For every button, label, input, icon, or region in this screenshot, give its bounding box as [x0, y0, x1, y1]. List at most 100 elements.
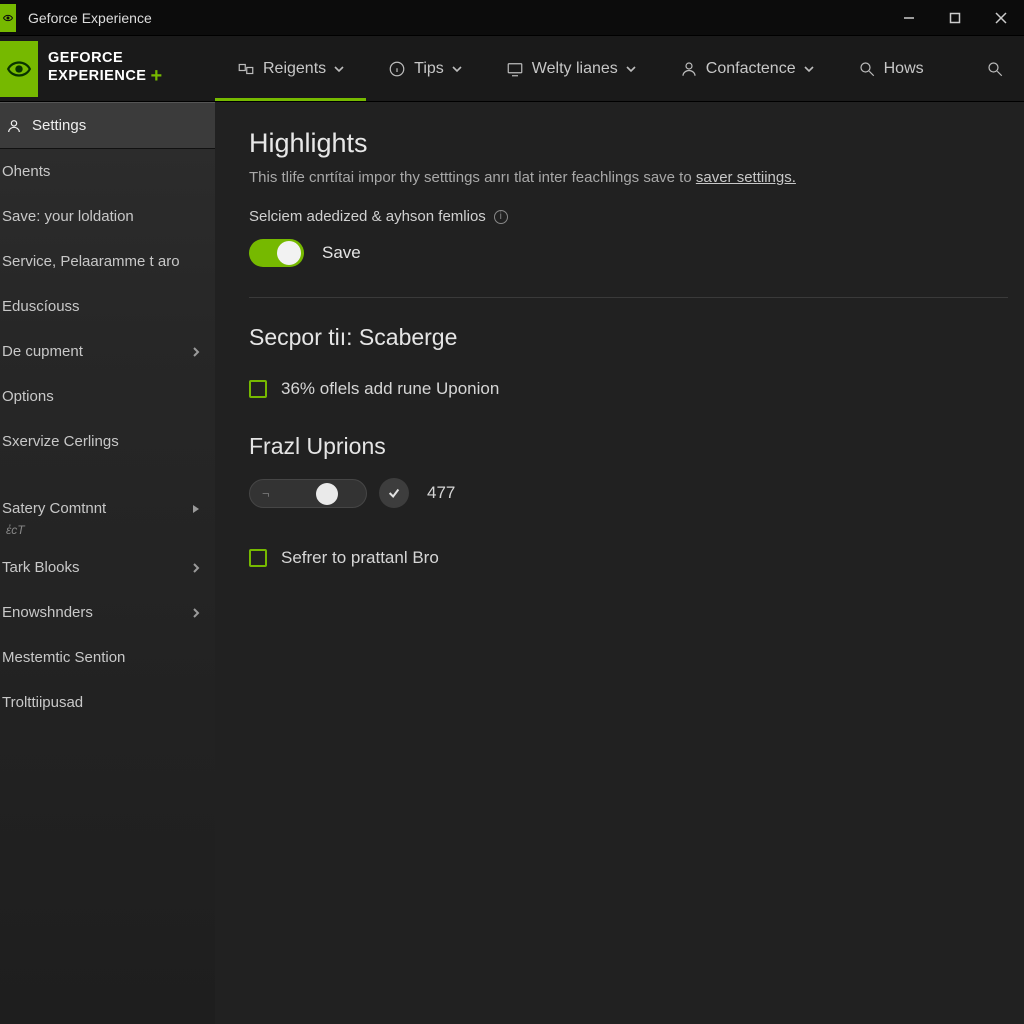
maximize-button[interactable] — [932, 0, 978, 36]
sidebar-item-service-pelaaramme[interactable]: Service, Pelaaramme t aro — [0, 239, 215, 284]
sidebar-item-label: Eduscíouss — [2, 298, 80, 315]
sidebar-item-label: Enowshnders — [2, 604, 93, 621]
secport-check-label: 36% oflels add rune Uponion — [281, 379, 499, 399]
sidebar-item-label: De cupment — [2, 343, 83, 360]
sidebar-item-label: Ohents — [2, 163, 50, 180]
sidebar-item-label: Options — [2, 388, 54, 405]
brand-plus-icon: + — [150, 66, 162, 86]
sidebar-item-label: Save: your loldation — [2, 208, 134, 225]
chevron-right-icon — [191, 347, 201, 357]
chevron-down-icon — [334, 64, 344, 74]
sidebar-item-ohents[interactable]: Ohents — [0, 149, 215, 194]
frazl-confirm-button[interactable] — [379, 478, 409, 508]
frazl-checkbox[interactable] — [249, 549, 267, 567]
brand-text: GEFORCE EXPERIENCE + — [48, 51, 163, 86]
titlebar-left: Geforce Experience — [0, 4, 152, 32]
section-divider — [249, 297, 1008, 298]
app-header: GEFORCE EXPERIENCE + Reigents Tips Welty… — [0, 36, 1024, 102]
frazl-slider[interactable]: ¬ — [249, 479, 367, 508]
chevron-down-icon — [452, 64, 462, 74]
user-icon — [6, 118, 22, 134]
chevron-down-icon — [626, 64, 636, 74]
main-content: Highlights This tlife cnrtítai impor thy… — [215, 102, 1024, 1024]
highlights-subline-text: Selciem adedized & ayhson femlios — [249, 208, 486, 225]
search-icon — [986, 60, 1004, 78]
sidebar: Settings Ohents Save: your loldation Ser… — [0, 102, 215, 1024]
window-title: Geforce Experience — [24, 10, 152, 26]
tab-hows[interactable]: Hows — [836, 36, 946, 101]
sidebar-item-tark-blooks[interactable]: Tark Blooks — [0, 545, 215, 590]
user-icon — [680, 60, 698, 78]
close-button[interactable] — [978, 0, 1024, 36]
sidebar-item-label: Service, Pelaaramme t aro — [2, 253, 180, 270]
sidebar-item-enowshnders[interactable]: Enowshnders — [0, 590, 215, 635]
secport-title: Secpor tiı: Scaberge — [249, 324, 1008, 351]
sidebar-item-label: Mestemtic Sention — [2, 649, 125, 666]
monitor-icon — [506, 60, 524, 78]
window-controls — [886, 0, 1024, 36]
sidebar-item-settings[interactable]: Settings — [0, 102, 215, 149]
tab-label: Hows — [884, 60, 924, 78]
titlebar: Geforce Experience — [0, 0, 1024, 36]
frazl-check-label: Sefrer to prattanl Bro — [281, 548, 439, 568]
save-toggle-label: Save — [322, 243, 361, 263]
close-icon — [995, 12, 1007, 24]
sidebar-item-save-loldation[interactable]: Save: your loldation — [0, 194, 215, 239]
chevron-right-icon — [191, 608, 201, 618]
brand-box: GEFORCE EXPERIENCE + — [0, 36, 215, 101]
sidebar-item-satery-comtnnt[interactable]: Satery Comtnnt — [0, 486, 215, 531]
tab-confactence[interactable]: Confactence — [658, 36, 836, 101]
toggle-knob — [277, 241, 301, 265]
header-tabs: Reigents Tips Welty lianes Confactence H… — [215, 36, 1024, 101]
frazl-check-row: Sefrer to prattanl Bro — [249, 548, 1008, 568]
highlights-subline: Selciem adedized & ayhson femlios i — [249, 208, 1008, 225]
minimize-button[interactable] — [886, 0, 932, 36]
brand-line1: GEFORCE — [48, 51, 163, 66]
sidebar-item-label: Satery Comtnnt — [2, 500, 106, 517]
sidebar-item-edusciouss[interactable]: Eduscíouss — [0, 284, 215, 329]
highlights-desc-link[interactable]: saver settiings. — [696, 169, 796, 186]
minimize-icon — [903, 12, 915, 24]
frazl-control-row: ¬ 477 — [249, 478, 1008, 508]
sidebar-item-trolttiipusad[interactable]: Trolttiipusad — [0, 680, 215, 725]
tab-label: Welty lianes — [532, 60, 618, 78]
chevron-right-icon — [191, 563, 201, 573]
tab-reigents[interactable]: Reigents — [215, 36, 366, 101]
slider-arrow-icon: ¬ — [262, 486, 270, 501]
slider-knob — [316, 483, 338, 505]
tab-label: Tips — [414, 60, 444, 78]
search-icon — [858, 60, 876, 78]
frazl-title: Frazl Uprions — [249, 433, 1008, 460]
nvidia-eye-icon — [2, 12, 14, 24]
tab-label: Confactence — [706, 60, 796, 78]
titlebar-logo — [0, 4, 16, 32]
maximize-icon — [949, 12, 961, 24]
save-toggle[interactable] — [249, 239, 304, 267]
header-search-button[interactable] — [964, 36, 1024, 101]
sidebar-item-mestemtic-sention[interactable]: Mestemtic Sention — [0, 635, 215, 680]
frazl-value: 477 — [427, 483, 455, 503]
packages-icon — [237, 60, 255, 78]
highlights-title: Highlights — [249, 128, 1008, 159]
info-icon — [388, 60, 406, 78]
secport-checkbox[interactable] — [249, 380, 267, 398]
highlights-desc-text: This tlife cnrtítai impor thy setttings … — [249, 169, 696, 186]
tab-welty-lianes[interactable]: Welty lianes — [484, 36, 658, 101]
save-toggle-row: Save — [249, 239, 1008, 267]
sidebar-item-label: Sxervize Cerlings — [2, 433, 119, 450]
tab-label: Reigents — [263, 60, 326, 78]
secport-check-row: 36% oflels add rune Uponion — [249, 379, 1008, 399]
sidebar-item-decupment[interactable]: De cupment — [0, 329, 215, 374]
app-body: Settings Ohents Save: your loldation Ser… — [0, 102, 1024, 1024]
nvidia-eye-icon — [6, 56, 32, 82]
info-icon[interactable]: i — [494, 210, 508, 224]
triangle-right-icon — [191, 504, 201, 514]
sidebar-item-label: Trolttiipusad — [2, 694, 83, 711]
sidebar-item-label: Settings — [32, 117, 86, 134]
highlights-desc: This tlife cnrtítai impor thy setttings … — [249, 169, 1008, 186]
sidebar-item-sxervize-cerlings[interactable]: Sxervize Cerlings — [0, 419, 215, 464]
check-icon — [387, 486, 401, 500]
sidebar-item-options[interactable]: Options — [0, 374, 215, 419]
tab-tips[interactable]: Tips — [366, 36, 484, 101]
brand-logo — [0, 41, 38, 97]
